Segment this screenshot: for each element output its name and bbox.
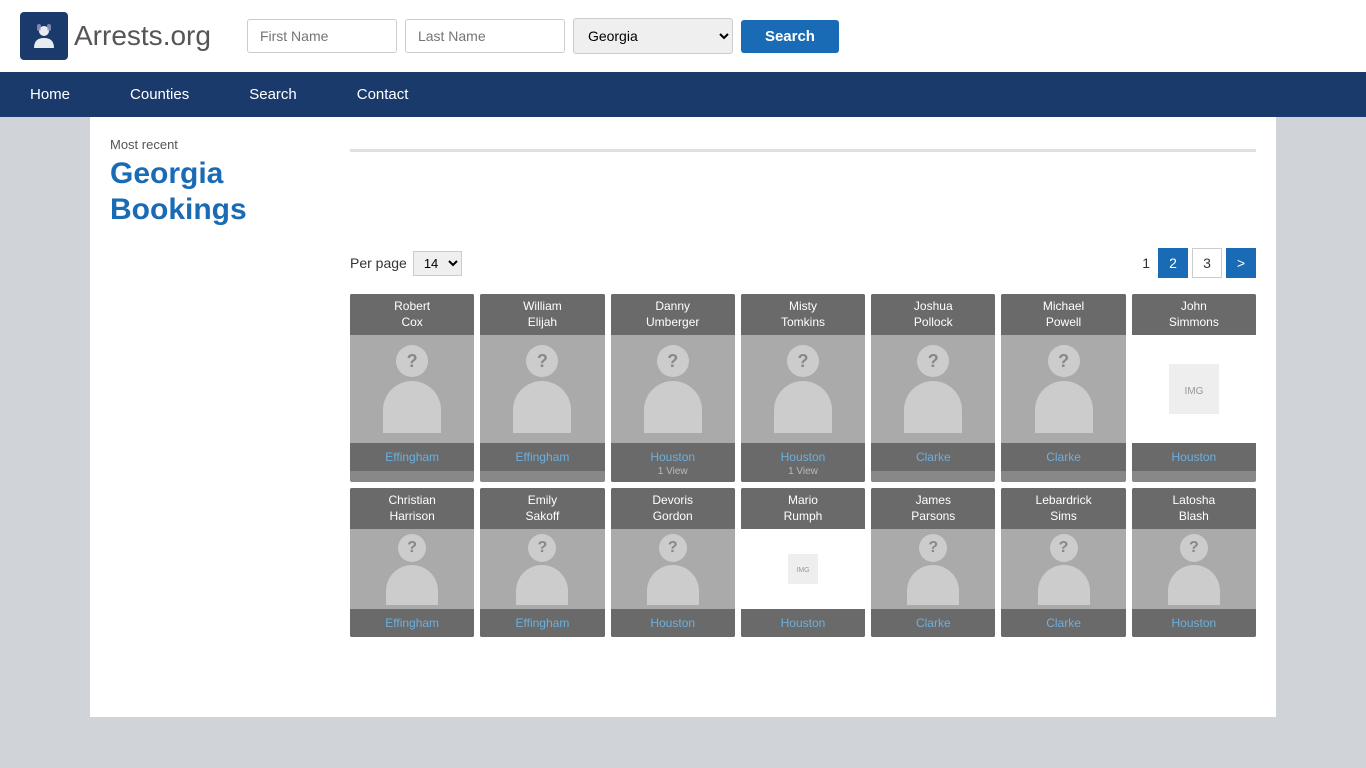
page-2-btn[interactable]: 2 — [1158, 248, 1188, 278]
state-select[interactable]: Georgia Alabama Florida Tennessee — [573, 18, 733, 54]
booking-grid-row1: RobertCox ? Effingham WilliamElijah ? Ef… — [350, 294, 1256, 482]
last-name-input[interactable] — [405, 19, 565, 53]
card-photo-misty-tomkins: ? — [741, 335, 865, 443]
broken-image-icon: IMG — [1169, 364, 1219, 414]
card-photo-william-elijah: ? — [480, 335, 604, 443]
logo-org: .org — [163, 20, 211, 51]
booking-card-michael-powell[interactable]: MichaelPowell ? Clarke — [1001, 294, 1125, 482]
main-nav: Home Counties Search Contact — [0, 72, 1366, 117]
pagination-top: Per page 14 28 42 1 2 3 > — [350, 248, 1256, 278]
card-photo-michael-powell: ? — [1001, 335, 1125, 443]
main-wrapper: Most recent Georgia Bookings Per page 14… — [90, 117, 1276, 717]
logo[interactable]: Arrests.org — [20, 12, 211, 60]
page-title: Georgia Bookings — [110, 156, 330, 228]
nav-counties[interactable]: Counties — [100, 72, 219, 117]
booking-grid-row2: ChristianHarrison ? Effingham EmilySakof… — [350, 488, 1256, 637]
nav-contact[interactable]: Contact — [327, 72, 439, 117]
card-name-william-elijah: WilliamElijah — [480, 294, 604, 335]
nav-home[interactable]: Home — [0, 72, 100, 117]
page-3-btn[interactable]: 3 — [1192, 248, 1222, 278]
title-block: Most recent Georgia Bookings — [110, 137, 330, 228]
booking-card-john-simmons[interactable]: JohnSimmons IMG Houston — [1132, 294, 1256, 482]
booking-card-latosha-blash[interactable]: LatoshaBlash ? Houston — [1132, 488, 1256, 637]
sidebar — [110, 248, 330, 637]
logo-arrests: Arrests — [74, 20, 163, 51]
card-name-misty-tomkins: MistyTomkins — [741, 294, 865, 335]
card-name-michael-powell: MichaelPowell — [1001, 294, 1125, 335]
card-name-danny-umberger: DannyUmberger — [611, 294, 735, 335]
booking-card-devoris-gordon[interactable]: DevorisGordon ? Houston — [611, 488, 735, 637]
card-county-danny-umberger: Houston1 View — [611, 443, 735, 482]
booking-card-mario-rumph[interactable]: MarioRumph IMG Houston — [741, 488, 865, 637]
card-county-misty-tomkins: Houston1 View — [741, 443, 865, 482]
page-1-plain: 1 — [1142, 255, 1150, 271]
booking-card-robert-cox[interactable]: RobertCox ? Effingham — [350, 294, 474, 482]
card-county-joshua-pollock: Clarke — [871, 443, 995, 471]
card-county-john-simmons: Houston — [1132, 443, 1256, 471]
section-divider — [350, 149, 1256, 152]
card-photo-robert-cox: ? — [350, 335, 474, 443]
most-recent-label: Most recent — [110, 137, 330, 152]
page-next-btn[interactable]: > — [1226, 248, 1256, 278]
card-name-joshua-pollock: JoshuaPollock — [871, 294, 995, 335]
booking-card-william-elijah[interactable]: WilliamElijah ? Effingham — [480, 294, 604, 482]
booking-card-joshua-pollock[interactable]: JoshuaPollock ? Clarke — [871, 294, 995, 482]
per-page-area: Per page 14 28 42 — [350, 251, 462, 276]
card-photo-joshua-pollock: ? — [871, 335, 995, 443]
per-page-select[interactable]: 14 28 42 — [413, 251, 462, 276]
card-photo-john-simmons: IMG — [1132, 335, 1256, 443]
booking-card-emily-sakoff[interactable]: EmilySakoff ? Effingham — [480, 488, 604, 637]
booking-card-james-parsons[interactable]: JamesParsons ? Clarke — [871, 488, 995, 637]
grid-area: Per page 14 28 42 1 2 3 > — [350, 248, 1256, 637]
top-section: Most recent Georgia Bookings — [90, 117, 1276, 228]
page-nums: 1 2 3 > — [1142, 248, 1256, 278]
logo-text: Arrests.org — [74, 20, 211, 52]
card-county-william-elijah: Effingham — [480, 443, 604, 471]
content-area: Per page 14 28 42 1 2 3 > — [90, 228, 1276, 657]
booking-card-misty-tomkins[interactable]: MistyTomkins ? Houston1 View — [741, 294, 865, 482]
svg-text:IMG: IMG — [1184, 386, 1203, 397]
nav-search[interactable]: Search — [219, 72, 327, 117]
card-name-robert-cox: RobertCox — [350, 294, 474, 335]
header-search-button[interactable]: Search — [741, 20, 839, 53]
card-county-michael-powell: Clarke — [1001, 443, 1125, 471]
header: Arrests.org Georgia Alabama Florida Tenn… — [0, 0, 1366, 72]
first-name-input[interactable] — [247, 19, 397, 53]
broken-image-icon-2: IMG — [788, 554, 818, 584]
card-photo-danny-umberger: ? — [611, 335, 735, 443]
card-county-robert-cox: Effingham — [350, 443, 474, 471]
svg-text:IMG: IMG — [796, 567, 809, 574]
booking-card-christian-harrison[interactable]: ChristianHarrison ? Effingham — [350, 488, 474, 637]
per-page-label: Per page — [350, 255, 407, 271]
logo-icon — [20, 12, 68, 60]
card-name-john-simmons: JohnSimmons — [1132, 294, 1256, 335]
booking-card-lebardrick-sims[interactable]: LebardrickSims ? Clarke — [1001, 488, 1125, 637]
search-bar: Georgia Alabama Florida Tennessee Search — [247, 18, 1346, 54]
booking-card-danny-umberger[interactable]: DannyUmberger ? Houston1 View — [611, 294, 735, 482]
